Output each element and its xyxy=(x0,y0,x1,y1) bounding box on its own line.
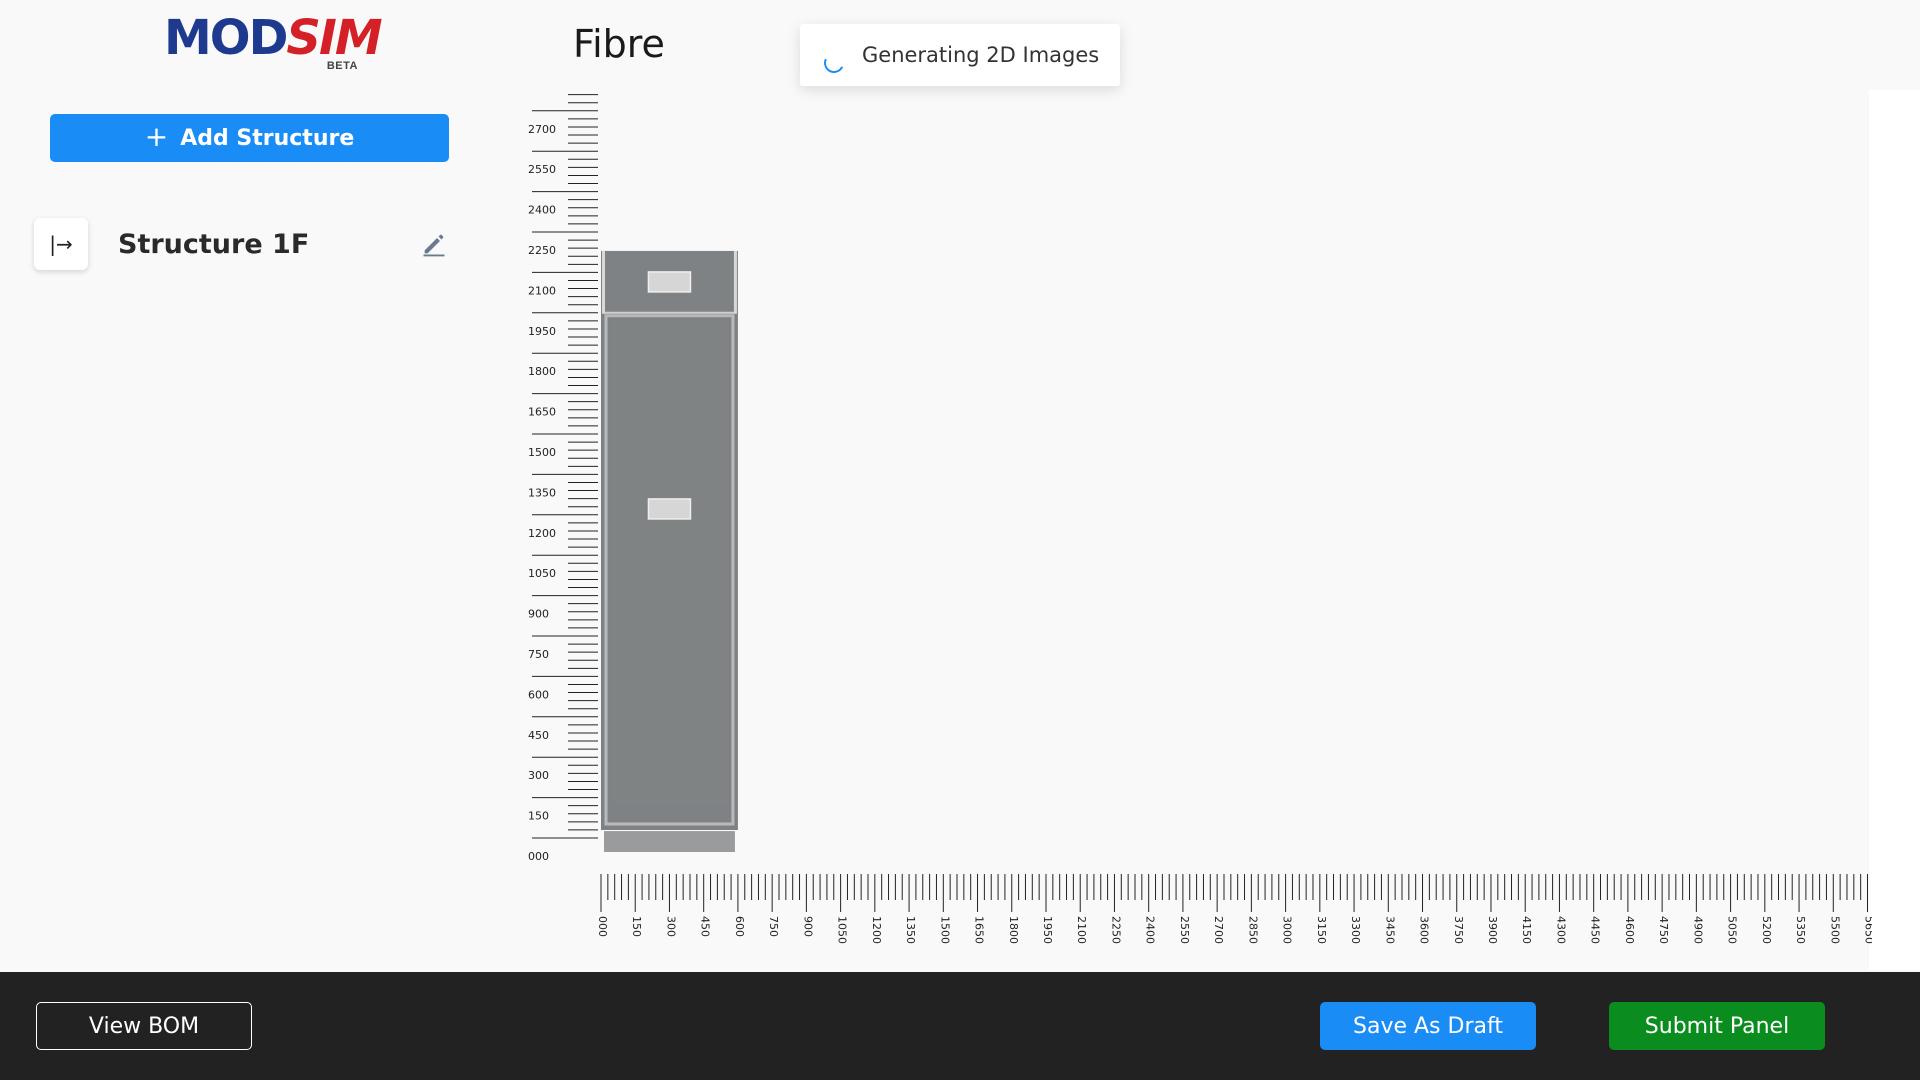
vertical-ruler-label: 1950 xyxy=(528,325,556,338)
horizontal-ruler-label: 4750 xyxy=(1657,916,1670,944)
vertical-ruler-label: 300 xyxy=(528,769,549,782)
horizontal-ruler-label: 2550 xyxy=(1178,916,1191,944)
horizontal-ruler-label: 3750 xyxy=(1452,916,1465,944)
loading-spinner-icon xyxy=(821,50,847,76)
vertical-ruler-label: 150 xyxy=(528,810,549,823)
vertical-ruler-label: 000 xyxy=(528,850,549,863)
submit-panel-button[interactable]: Submit Panel xyxy=(1609,1002,1825,1050)
vertical-ruler-label: 2400 xyxy=(528,204,556,217)
beta-badge: BETA xyxy=(326,60,358,72)
horizontal-ruler-label: 600 xyxy=(733,916,746,937)
vertical-ruler: 000 150 300 450 600 750 900 1050 1200 1350 1500 165… xyxy=(528,94,598,863)
horizontal-ruler-label: 4300 xyxy=(1554,916,1567,944)
structure-label: Structure 1F xyxy=(118,228,310,260)
horizontal-ruler-label: 2100 xyxy=(1075,916,1088,944)
horizontal-ruler-label: 1200 xyxy=(870,916,883,944)
vertical-ruler-label: 1200 xyxy=(528,527,556,540)
vertical-ruler-label: 450 xyxy=(528,729,549,742)
horizontal-ruler-label: 900 xyxy=(801,916,814,937)
horizontal-ruler-label: 3300 xyxy=(1349,916,1362,944)
horizontal-ruler-label: 3150 xyxy=(1315,916,1328,944)
horizontal-ruler-label: 2400 xyxy=(1144,916,1157,944)
view-bom-button[interactable]: View BOM xyxy=(36,1002,252,1050)
top-label-plate xyxy=(647,271,692,293)
vertical-ruler-label: 1500 xyxy=(528,446,556,459)
horizontal-ruler-label: 5500 xyxy=(1828,916,1841,944)
logo-mod-text: MOD xyxy=(164,10,288,66)
vertical-ruler-label: 1650 xyxy=(528,406,556,419)
horizontal-ruler-label: 5050 xyxy=(1726,916,1739,944)
door-label-plate xyxy=(647,498,692,520)
horizontal-ruler-label: 1950 xyxy=(1041,916,1054,944)
footer-bar: View BOM Save As Draft Submit Panel xyxy=(0,972,1920,1080)
loading-toast: Generating 2D Images xyxy=(800,24,1120,86)
horizontal-ruler-label: 000 xyxy=(596,916,609,937)
save-draft-button[interactable]: Save As Draft xyxy=(1320,1002,1536,1050)
horizontal-ruler-label: 3900 xyxy=(1486,916,1499,944)
horizontal-ruler-label: 300 xyxy=(664,916,677,937)
horizontal-ruler-label: 4450 xyxy=(1589,916,1602,944)
vertical-ruler-label: 2250 xyxy=(528,244,556,257)
horizontal-ruler-label: 150 xyxy=(630,916,643,937)
horizontal-ruler-label: 450 xyxy=(699,916,712,937)
horizontal-ruler-label: 4150 xyxy=(1520,916,1533,944)
vertical-ruler-label: 600 xyxy=(528,688,549,701)
horizontal-ruler-label: 4900 xyxy=(1691,916,1704,944)
horizontal-ruler-label: 1350 xyxy=(904,916,917,944)
horizontal-ruler-label: 4600 xyxy=(1623,916,1636,944)
vertical-ruler-label: 1350 xyxy=(528,486,556,499)
vertical-ruler-label: 1800 xyxy=(528,365,556,378)
horizontal-ruler-label: 1650 xyxy=(973,916,986,944)
horizontal-ruler-label: 3000 xyxy=(1281,916,1294,944)
top-frame-right xyxy=(733,250,737,314)
plus-icon: + xyxy=(144,119,169,153)
collapse-panel-button[interactable]: |→ xyxy=(34,218,88,270)
vertical-ruler-label: 750 xyxy=(528,648,549,661)
horizontal-ruler-label: 1800 xyxy=(1007,916,1020,944)
vertical-ruler-label: 900 xyxy=(528,608,549,621)
arrow-right-to-bar-icon: |→ xyxy=(49,232,73,256)
toast-message: Generating 2D Images xyxy=(862,43,1100,67)
add-structure-label: Add Structure xyxy=(180,125,355,151)
horizontal-ruler-label: 3600 xyxy=(1418,916,1431,944)
panel-canvas[interactable]: 000 150 300 450 600 750 900 1050 1200 1350 1500 165… xyxy=(520,88,1872,968)
horizontal-ruler-label: 1500 xyxy=(938,916,951,944)
vertical-ruler-label: 2100 xyxy=(528,284,556,297)
vertical-ruler-label: 2550 xyxy=(528,163,556,176)
horizontal-ruler-label: 2850 xyxy=(1246,916,1259,944)
horizontal-ruler-label: 3450 xyxy=(1383,916,1396,944)
horizontal-ruler-label: 2700 xyxy=(1212,916,1225,944)
horizontal-ruler: 000 150 300 450 600 750 900 1050 1200 1350 1500 165… xyxy=(596,874,1872,944)
horizontal-ruler-label: 5650 xyxy=(1863,916,1872,944)
canvas-edge-strip xyxy=(1869,90,1920,970)
panel-drawing xyxy=(601,250,738,852)
add-structure-button[interactable]: + Add Structure xyxy=(50,114,449,162)
horizontal-ruler-label: 750 xyxy=(767,916,780,937)
top-frame-left xyxy=(602,250,605,314)
edit-pencil-icon[interactable] xyxy=(420,230,448,258)
page-title: Fibre xyxy=(573,22,665,66)
horizontal-ruler-label: 5200 xyxy=(1760,916,1773,944)
horizontal-ruler-label: 5350 xyxy=(1794,916,1807,944)
horizontal-ruler-label: 1050 xyxy=(836,916,849,944)
panel-plinth xyxy=(604,831,735,852)
vertical-ruler-label: 1050 xyxy=(528,567,556,580)
horizontal-ruler-label: 2250 xyxy=(1109,916,1122,944)
structure-item[interactable]: |→ Structure 1F xyxy=(34,218,454,270)
vertical-ruler-label: 2700 xyxy=(528,123,556,136)
logo-sim-text: SIM xyxy=(286,10,382,66)
panel-door-inner xyxy=(611,320,728,805)
app-logo: MODSIM BETA xyxy=(164,10,383,72)
